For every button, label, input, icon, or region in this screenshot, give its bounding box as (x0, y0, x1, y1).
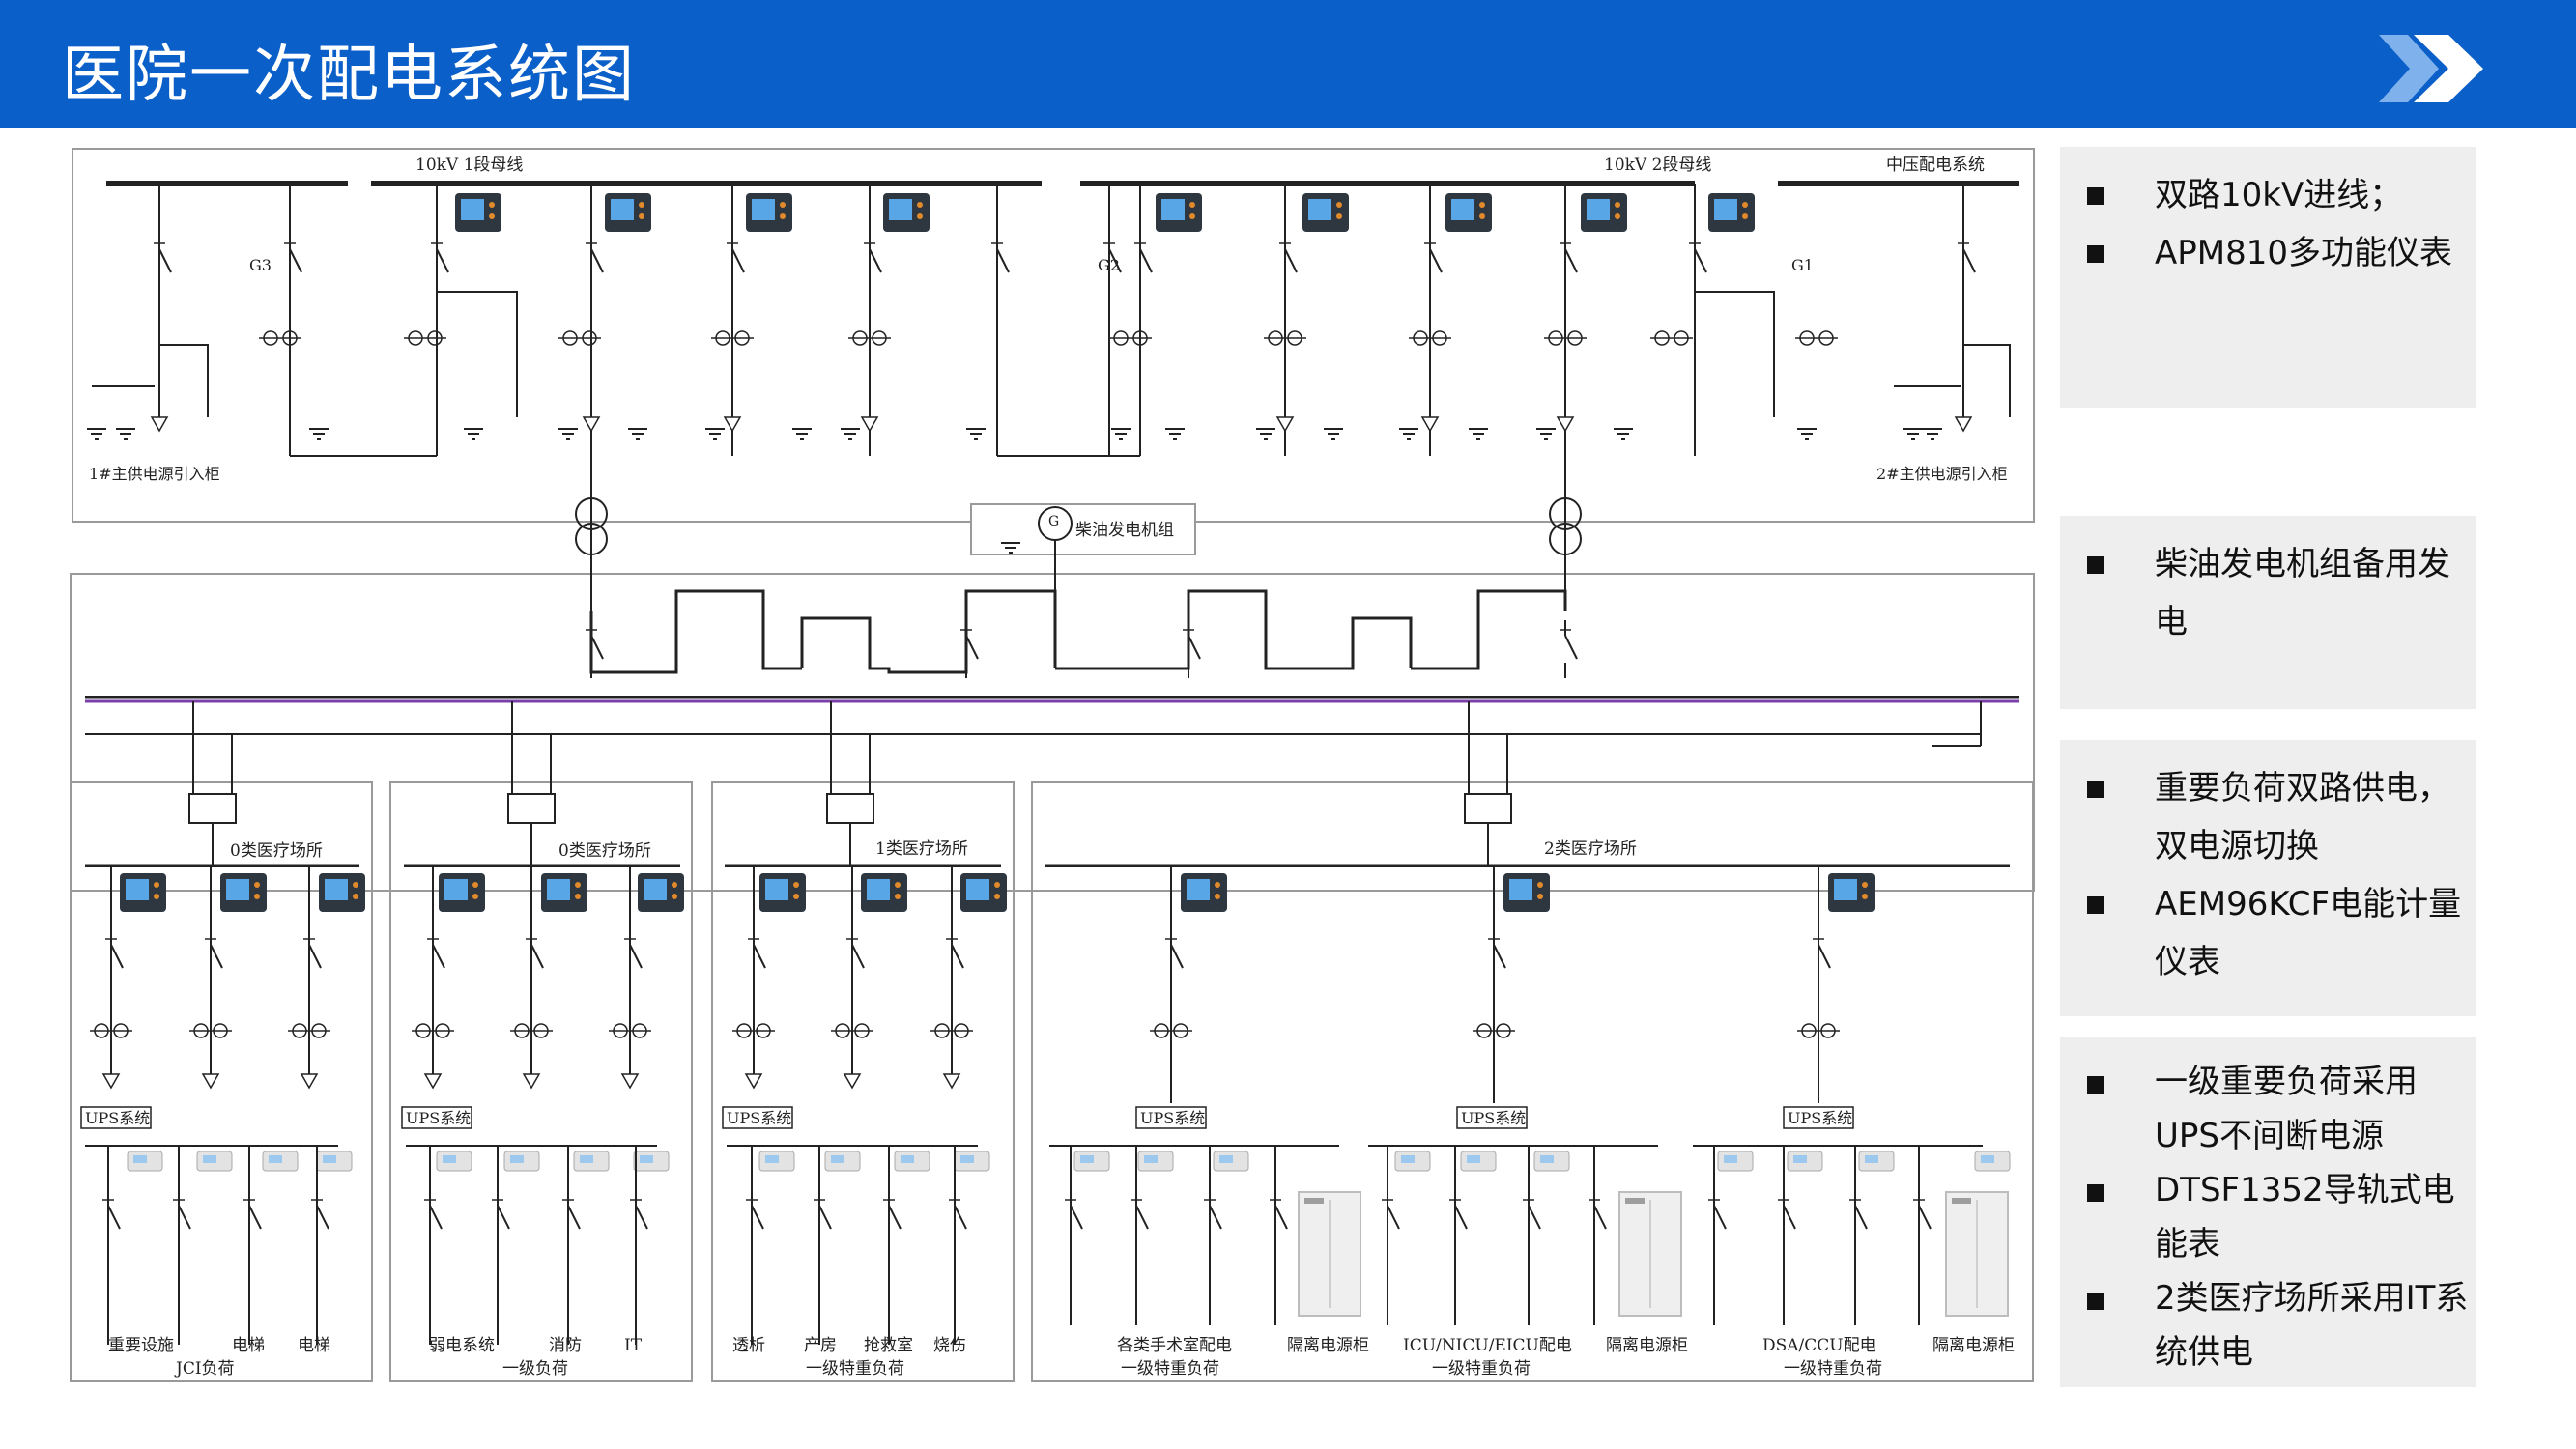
info-bullet: 重要负荷双路供电，双电源切换 (2060, 759, 2476, 875)
section-4-load-1: 各类手术室配电 (1117, 1336, 1232, 1355)
info-panel-4: 一级重要负荷采用UPS不间断电源 DTSF1352导轨式电能表 2类医疗场所采用… (2060, 1037, 2476, 1387)
svg-text:G: G (1048, 514, 1059, 529)
ats-frame (70, 573, 2035, 892)
square-bullet-icon (2087, 556, 2104, 574)
chevron-right-icon (2379, 35, 2483, 102)
isolation-cabinet-3 (1945, 1191, 2009, 1317)
square-bullet-icon (2087, 781, 2104, 798)
section-frame-1 (70, 781, 373, 1382)
section-4-category-2: 一级特重负荷 (1432, 1359, 1531, 1378)
info-bullet: DTSF1352导轨式电能表 (2060, 1163, 2476, 1271)
section-frame-4 (1031, 781, 2034, 1382)
square-bullet-icon (2087, 1076, 2104, 1094)
section-4-load-2: ICU/NICU/EICU配电 (1403, 1336, 1572, 1355)
mv-system-label: 中压配电系统 (1886, 156, 1985, 175)
incoming-1-label: 1#主供电源引入柜 (89, 465, 220, 483)
section-2-load-2: 消防 (549, 1336, 582, 1355)
section-3-category: 一级特重负荷 (806, 1359, 904, 1378)
info-bullet: 柴油发电机组备用发电 (2060, 535, 2476, 651)
info-panel-3: 重要负荷双路供电，双电源切换 AEM96KCF电能计量仪表 (2060, 740, 2476, 1016)
one-line-diagram: 10kV 1段母线 10kV 2段母线 中压配电系统 G3 G2 G1 1#主供… (70, 148, 2035, 1382)
page-title: 医院一次配电系统图 (62, 40, 636, 111)
section-2-title: 0类医疗场所 (558, 841, 651, 861)
section-3-load-4: 烧伤 (933, 1336, 966, 1355)
incoming-2-label: 2#主供电源引入柜 (1876, 465, 2008, 483)
section-4-cabinet-3: 隔离电源柜 (1932, 1336, 2015, 1355)
square-bullet-icon (2087, 245, 2104, 263)
header-bar: 医院一次配电系统图 (0, 0, 2576, 128)
section-1-title: 0类医疗场所 (230, 841, 323, 861)
section-3-load-1: 透析 (732, 1336, 765, 1355)
section-4-ups-2: UPS系统 (1461, 1109, 1526, 1127)
section-4-title: 2类医疗场所 (1544, 839, 1637, 859)
square-bullet-icon (2087, 1293, 2104, 1310)
section-2-ups: UPS系统 (406, 1109, 471, 1127)
info-bullet: 2类医疗场所采用IT系统供电 (2060, 1271, 2476, 1379)
section-4-load-3: DSA/CCU配电 (1762, 1336, 1876, 1355)
section-2-category: 一级负荷 (502, 1359, 568, 1378)
section-4-cabinet-1: 隔离电源柜 (1287, 1336, 1369, 1355)
g1-label: G1 (1791, 256, 1814, 274)
section-1-load-1: 重要设施 (108, 1336, 174, 1355)
section-2-load-3: IT (624, 1336, 643, 1355)
section-4-ups-3: UPS系统 (1788, 1109, 1852, 1127)
square-bullet-icon (2087, 1184, 2104, 1202)
section-4-ups-1: UPS系统 (1140, 1109, 1205, 1127)
info-panel-2: 柴油发电机组备用发电 (2060, 516, 2476, 709)
section-1-load-2: 电梯 (232, 1336, 265, 1355)
g2-label: G2 (1098, 256, 1120, 274)
bus-2-label: 10kV 2段母线 (1604, 156, 1711, 175)
section-3-title: 1类医疗场所 (875, 839, 968, 859)
bus-1-label: 10kV 1段母线 (415, 156, 523, 175)
isolation-cabinet-1 (1298, 1191, 1361, 1317)
g3-label: G3 (249, 256, 272, 274)
info-panel-1: 双路10kV进线； APM810多功能仪表 (2060, 147, 2476, 408)
square-bullet-icon (2087, 896, 2104, 914)
info-bullet: AEM96KCF电能计量仪表 (2060, 875, 2476, 991)
section-4-category-1: 一级特重负荷 (1121, 1359, 1219, 1378)
section-3-load-3: 抢救室 (864, 1336, 913, 1355)
info-bullet: APM810多功能仪表 (2060, 224, 2476, 282)
section-3-load-2: 产房 (804, 1336, 837, 1355)
generator-label: 柴油发电机组 (1075, 521, 1174, 540)
section-2-load-1: 弱电系统 (429, 1336, 495, 1355)
section-1-ups: UPS系统 (85, 1109, 150, 1127)
section-1-category: JCI负荷 (174, 1359, 235, 1378)
section-3-ups: UPS系统 (727, 1109, 791, 1127)
section-4-category-3: 一级特重负荷 (1784, 1359, 1882, 1378)
section-4-cabinet-2: 隔离电源柜 (1606, 1336, 1688, 1355)
isolation-cabinet-2 (1618, 1191, 1682, 1317)
info-bullet: 双路10kV进线； (2060, 166, 2476, 224)
info-bullet: 一级重要负荷采用UPS不间断电源 (2060, 1055, 2476, 1163)
square-bullet-icon (2087, 187, 2104, 205)
section-1-load-3: 电梯 (298, 1336, 330, 1355)
